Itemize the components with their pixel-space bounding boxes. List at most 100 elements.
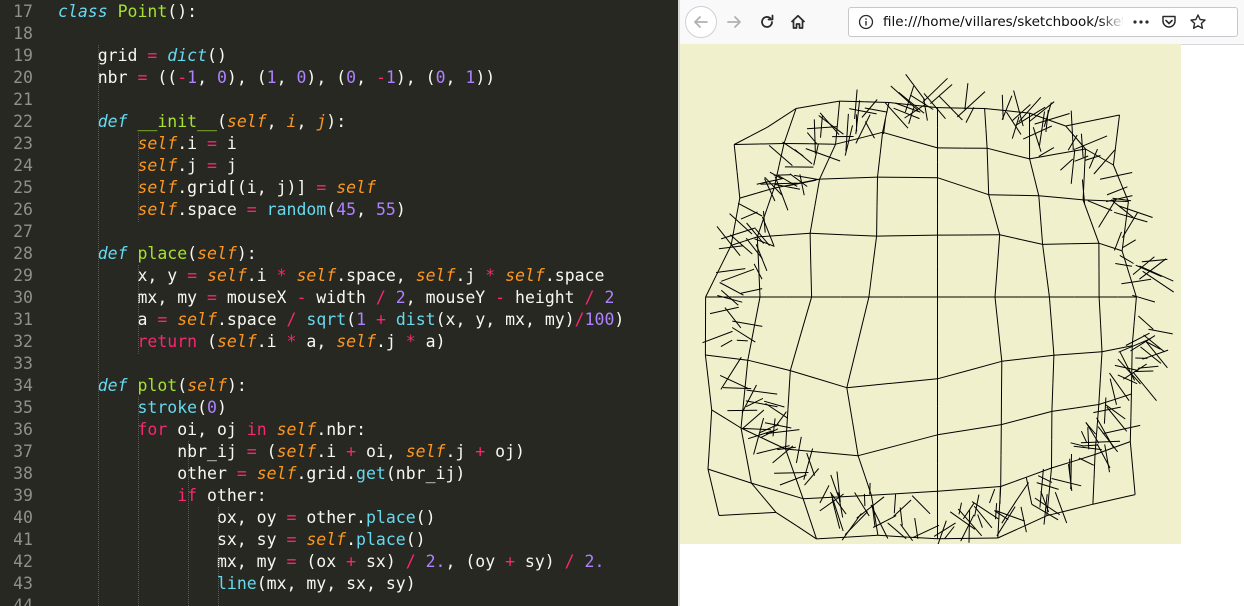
code-token: .j [375,332,406,351]
code-token: self [207,266,247,285]
mesh-line [937,369,970,380]
mesh-line [988,194,1014,196]
mesh-line [1138,315,1154,330]
line-number: 29 [13,266,33,285]
code-token: , [266,112,287,131]
mesh-line [813,119,816,154]
info-icon[interactable] [858,14,874,30]
home-button[interactable] [783,7,813,37]
line-number: 37 [13,442,33,461]
code-line: self.i = i [58,133,236,155]
code-token: - [296,288,307,307]
mesh-line [1092,498,1115,505]
mesh-line [768,364,791,372]
mesh-line [753,263,763,280]
code-token: + [346,552,357,571]
code-line: class Point(): [58,1,197,23]
mesh-line [844,511,868,536]
mesh-line [1129,417,1132,442]
mesh-line [1026,410,1053,419]
mesh-line [904,490,938,494]
mesh-line [872,515,897,528]
code-token: sx) [356,552,406,571]
code-token: width [306,288,376,307]
mesh-line [944,526,955,540]
url-text[interactable]: file:///home/villares/sketchbook/sketch [883,14,1123,30]
code-token: dict [167,46,208,65]
url-bar[interactable]: file:///home/villares/sketchbook/sketch [848,7,1238,37]
mesh-line [796,104,818,109]
code-token: ( [346,310,357,329]
mesh-line [763,497,777,513]
code-token: .i [177,134,208,153]
mesh-line [1115,114,1120,141]
code-token: self [226,112,267,131]
code-token: return [137,332,198,351]
mesh-line [1029,158,1035,178]
code-token: .i [246,266,277,285]
code-token: 0 [296,68,307,87]
mesh-line [730,221,736,246]
forward-button[interactable] [719,7,749,37]
mesh-line [1065,125,1076,138]
mesh-line [857,444,898,457]
sketch-canvas[interactable] [680,44,1181,544]
code-token: ), ( [395,68,436,87]
code-token: ): [236,244,257,263]
mesh-line [1060,197,1084,201]
mesh-line [1057,148,1086,155]
mesh-line [1048,467,1052,492]
mesh-line [732,320,763,327]
mesh-line [1098,198,1117,228]
ellipsis-icon[interactable] [1131,14,1151,30]
code-token: 1 [356,310,367,329]
code-token: () [207,46,227,65]
mesh-line [962,503,975,520]
mesh-line [818,378,847,389]
mesh-line [731,327,756,343]
code-token: ): [226,376,247,395]
back-arrow-icon [694,16,708,28]
line-number: 44 [13,596,33,606]
mesh-line [819,177,849,180]
mesh-line [750,126,768,137]
mesh-line [740,427,747,456]
pocket-icon[interactable] [1160,13,1178,31]
mesh-line [756,187,775,194]
mesh-line [821,451,859,457]
line-number: 27 [13,222,33,241]
mesh-line [1073,445,1102,451]
mesh-line [857,455,866,476]
code-line: mx, my = mouseX - width / 2, mouseY - he… [58,287,614,309]
line-number: 39 [13,486,33,505]
mesh-line [1113,231,1122,251]
mesh-line [1045,270,1050,298]
mesh-line [893,499,912,517]
code-token: Point [117,2,168,21]
code-token: self [306,530,347,549]
code-token: ) [216,398,227,417]
mesh-line [765,403,788,419]
back-button[interactable] [685,6,717,38]
star-icon[interactable] [1189,13,1207,31]
sketch-mesh [702,74,1174,544]
mesh-line [1037,475,1053,483]
mesh-line [863,493,866,507]
code-line: a = self.space / sqrt(1 + dist(x, y, mx,… [58,309,624,331]
mesh-line [1032,127,1042,152]
code-token: class [58,2,108,21]
mesh-line [747,359,770,366]
mesh-line [857,296,870,343]
code-token: 1 [465,68,476,87]
code-editor[interactable]: 17 18 19 20 21 22 23 24 25 26 27 28 29 30 31 32 33 34 35 36… [0,0,678,606]
code-line: grid = dict() [58,45,227,67]
reload-button[interactable] [752,7,782,37]
code-token: / [574,310,585,329]
mesh-line [734,198,741,222]
code-token: line [216,574,257,593]
line-number: 34 [13,376,33,395]
mesh-line [737,202,763,217]
code-token: / [584,288,595,307]
